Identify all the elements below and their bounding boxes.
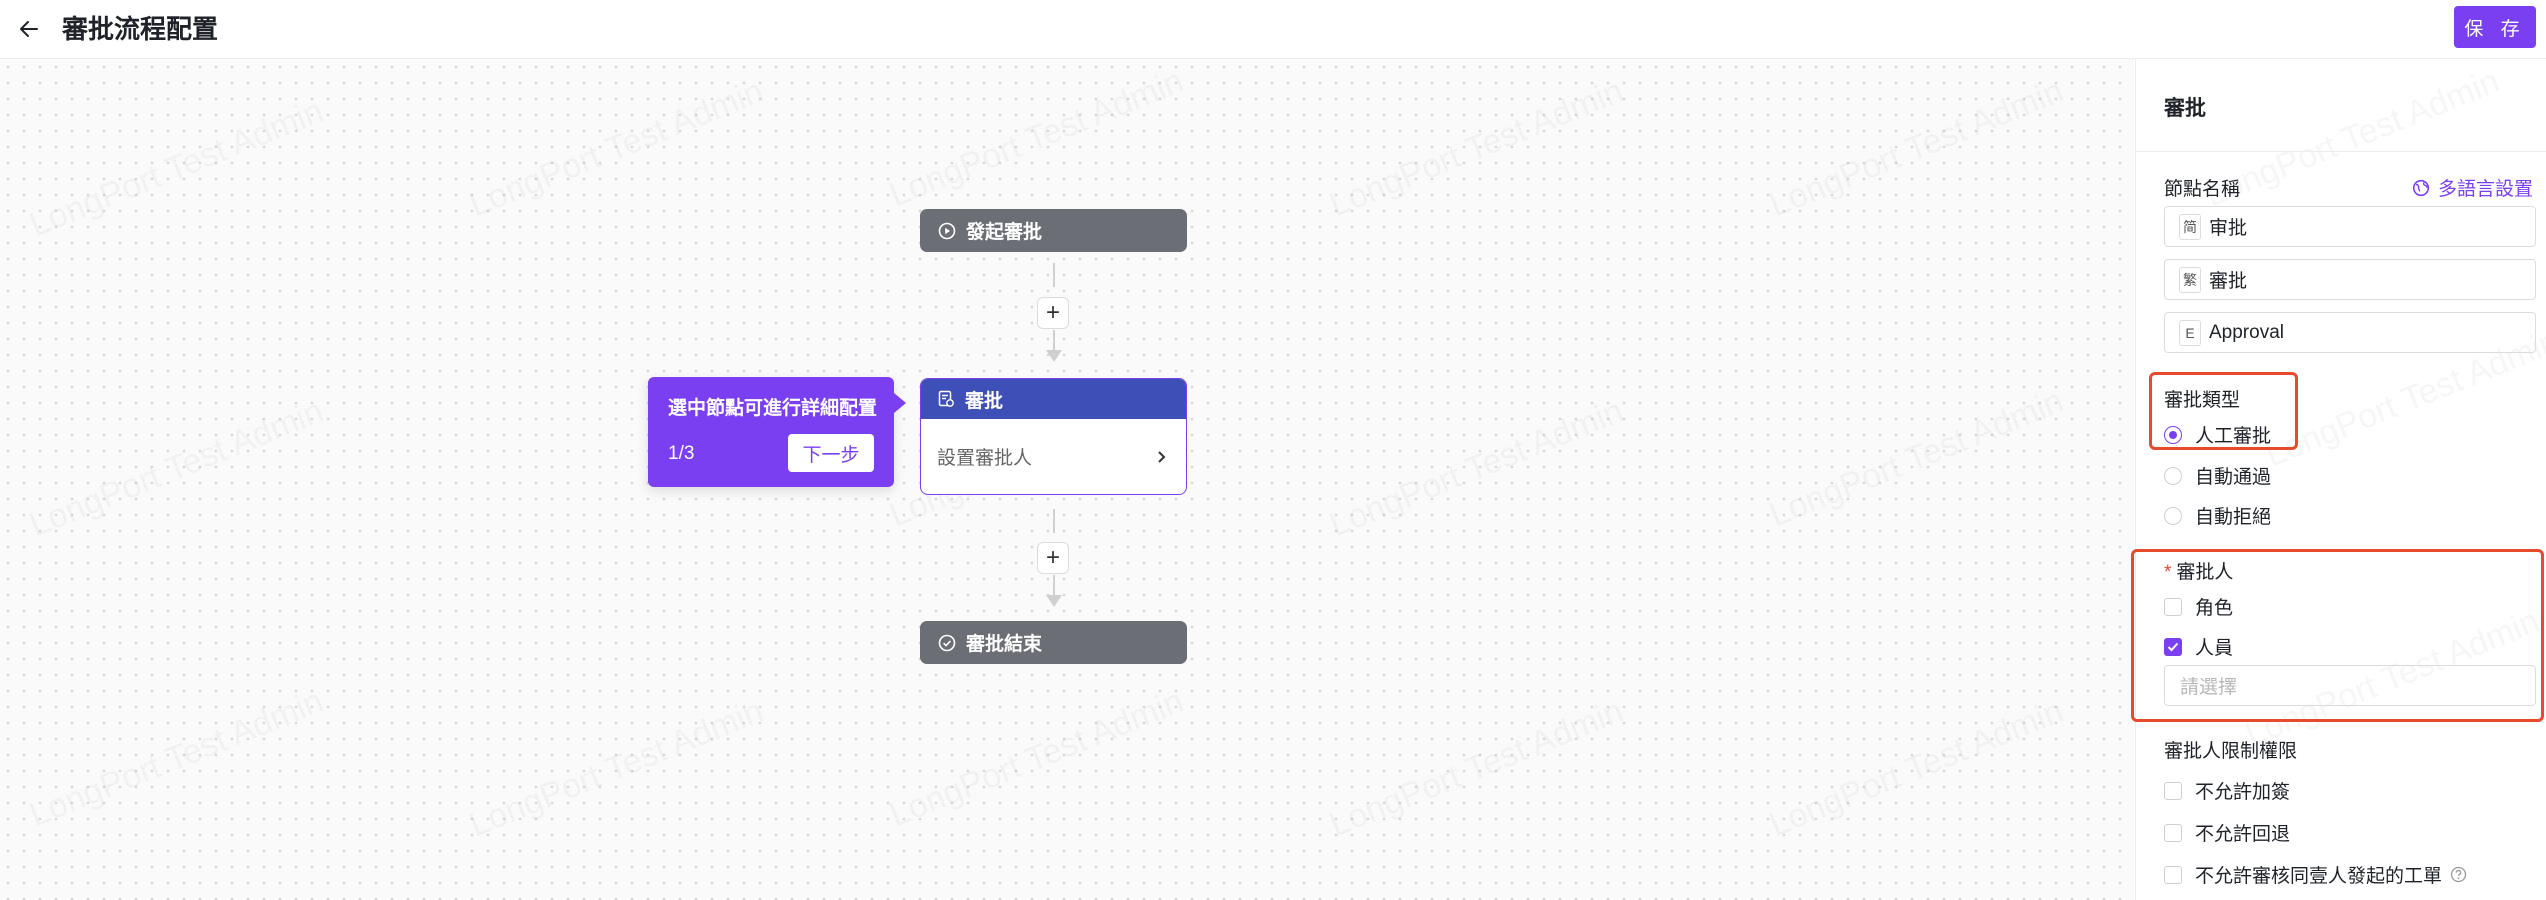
connector-line bbox=[1053, 509, 1055, 533]
checkbox-label: 不允許審核同壹人發起的工單 bbox=[2195, 866, 2443, 887]
guide-text: 選中節點可進行詳細配置 bbox=[668, 398, 878, 419]
checkbox-no-add-sign[interactable]: 不允許加簽 bbox=[2164, 777, 2290, 804]
panel-title: 審批 bbox=[2164, 97, 2206, 120]
next-step-button[interactable]: 下一步 bbox=[788, 434, 874, 472]
check-circle-icon bbox=[938, 634, 956, 652]
restrictions-label: 審批人限制權限 bbox=[2164, 741, 2298, 762]
save-button[interactable]: 保 存 bbox=[2454, 6, 2536, 48]
checkbox-role[interactable]: 角色 bbox=[2164, 593, 2233, 620]
end-node[interactable]: 審批結束 bbox=[920, 621, 1187, 664]
name-input-simplified[interactable]: 简 审批 bbox=[2164, 206, 2536, 247]
approval-doc-icon bbox=[937, 390, 955, 408]
watermark: LongPort Test Admin bbox=[24, 392, 329, 545]
radio-auto-pass[interactable]: 自動通過 bbox=[2164, 462, 2271, 489]
checkbox-no-self-review[interactable]: 不允許審核同壹人發起的工單 bbox=[2164, 861, 2467, 888]
checkbox-label: 不允許加簽 bbox=[2195, 782, 2291, 803]
globe-icon bbox=[2412, 179, 2430, 197]
watermark: LongPort Test Admin bbox=[1764, 692, 2069, 845]
node-name-label: 節點名稱 bbox=[2164, 179, 2241, 200]
start-node-label: 發起審批 bbox=[966, 222, 1043, 243]
watermark: LongPort Test Admin bbox=[464, 72, 769, 225]
checkbox-label: 角色 bbox=[2195, 598, 2234, 619]
page-title: 審批流程配置 bbox=[62, 14, 219, 44]
approval-node-header: 審批 bbox=[921, 379, 1186, 419]
radio-selected bbox=[2164, 425, 2182, 444]
radio-label: 自動拒絕 bbox=[2195, 507, 2272, 528]
add-node-button[interactable]: + bbox=[1037, 297, 1069, 329]
lang-tag: E bbox=[2179, 319, 2201, 346]
watermark: LongPort Test Admin bbox=[1324, 392, 1629, 545]
radio-manual-approval[interactable]: 人工審批 bbox=[2164, 421, 2271, 448]
top-bar: 審批流程配置 保 存 bbox=[0, 0, 2546, 59]
back-button[interactable] bbox=[14, 14, 44, 44]
connector-line bbox=[1053, 263, 1055, 287]
radio-label: 自動通過 bbox=[2195, 467, 2272, 488]
name-input-traditional[interactable]: 繁 審批 bbox=[2164, 259, 2536, 300]
checkbox-label: 人員 bbox=[2195, 638, 2234, 659]
watermark: LongPort Test Admin bbox=[1324, 72, 1629, 225]
name-value: Approval bbox=[2209, 321, 2284, 343]
arrow-down-icon bbox=[1046, 350, 1062, 362]
arrow-down-icon bbox=[1046, 595, 1062, 607]
name-value: 审批 bbox=[2209, 218, 2248, 239]
add-node-button[interactable]: + bbox=[1037, 542, 1069, 574]
connector-line bbox=[1053, 330, 1055, 350]
checkbox-unchecked bbox=[2164, 823, 2182, 842]
arrow-left-icon bbox=[18, 18, 40, 40]
name-value: 審批 bbox=[2209, 271, 2248, 292]
approver-select[interactable]: 請選擇 bbox=[2164, 665, 2536, 706]
approval-node-body: 設置審批人 bbox=[921, 419, 1186, 494]
approval-node-title: 審批 bbox=[965, 390, 1004, 412]
watermark: LongPort Test Admin bbox=[1764, 72, 2069, 225]
help-icon[interactable] bbox=[2450, 866, 2467, 883]
guide-step-counter: 1/3 bbox=[668, 443, 695, 464]
checkbox-unchecked bbox=[2164, 597, 2182, 616]
radio-unselected bbox=[2164, 506, 2182, 525]
watermark: LongPort Test Admin bbox=[24, 682, 329, 835]
approver-label-text: 審批人 bbox=[2176, 562, 2234, 583]
checkbox-no-rollback[interactable]: 不允許回退 bbox=[2164, 819, 2290, 846]
multilang-label: 多語言設置 bbox=[2438, 179, 2534, 200]
divider bbox=[2136, 151, 2546, 152]
lang-tag: 简 bbox=[2179, 213, 2201, 240]
checkbox-label: 不允許回退 bbox=[2195, 824, 2291, 845]
guide-tooltip: 選中節點可進行詳細配置 1/3 下一步 bbox=[648, 377, 906, 487]
name-input-english[interactable]: E Approval bbox=[2164, 312, 2536, 353]
approval-node[interactable]: 審批 設置審批人 bbox=[920, 378, 1187, 495]
play-circle-icon bbox=[938, 222, 956, 240]
radio-auto-reject[interactable]: 自動拒絕 bbox=[2164, 502, 2271, 529]
watermark: LongPort Test Admin bbox=[884, 682, 1189, 835]
required-mark: * bbox=[2164, 562, 2172, 583]
chevron-right-icon bbox=[1156, 450, 1168, 464]
approver-label: * 審批人 bbox=[2164, 557, 2233, 584]
approval-type-label: 審批類型 bbox=[2164, 390, 2241, 411]
checkbox-unchecked bbox=[2164, 781, 2182, 800]
watermark: LongPort Test Admin bbox=[884, 62, 1189, 215]
set-approver-text: 設置審批人 bbox=[937, 448, 1033, 469]
checkbox-unchecked bbox=[2164, 865, 2182, 884]
watermark: LongPort Test Admin bbox=[1324, 692, 1629, 845]
connector-line bbox=[1053, 575, 1055, 595]
checkbox-checked bbox=[2164, 637, 2182, 656]
checkmark-icon bbox=[2167, 642, 2179, 652]
multilang-settings-link[interactable]: 多語言設置 bbox=[2412, 174, 2533, 201]
lang-tag: 繁 bbox=[2179, 266, 2201, 293]
watermark: LongPort Test Admin bbox=[1764, 382, 2069, 535]
watermark: LongPort Test Admin bbox=[24, 92, 329, 245]
end-node-label: 審批結束 bbox=[966, 634, 1043, 655]
config-panel: LongPort Test Admin LongPort Test Admin … bbox=[2131, 59, 2546, 900]
start-node[interactable]: 發起審批 bbox=[920, 209, 1187, 252]
radio-unselected bbox=[2164, 466, 2182, 485]
checkbox-member[interactable]: 人員 bbox=[2164, 633, 2233, 660]
watermark: LongPort Test Admin bbox=[464, 692, 769, 845]
radio-label: 人工審批 bbox=[2195, 426, 2272, 447]
